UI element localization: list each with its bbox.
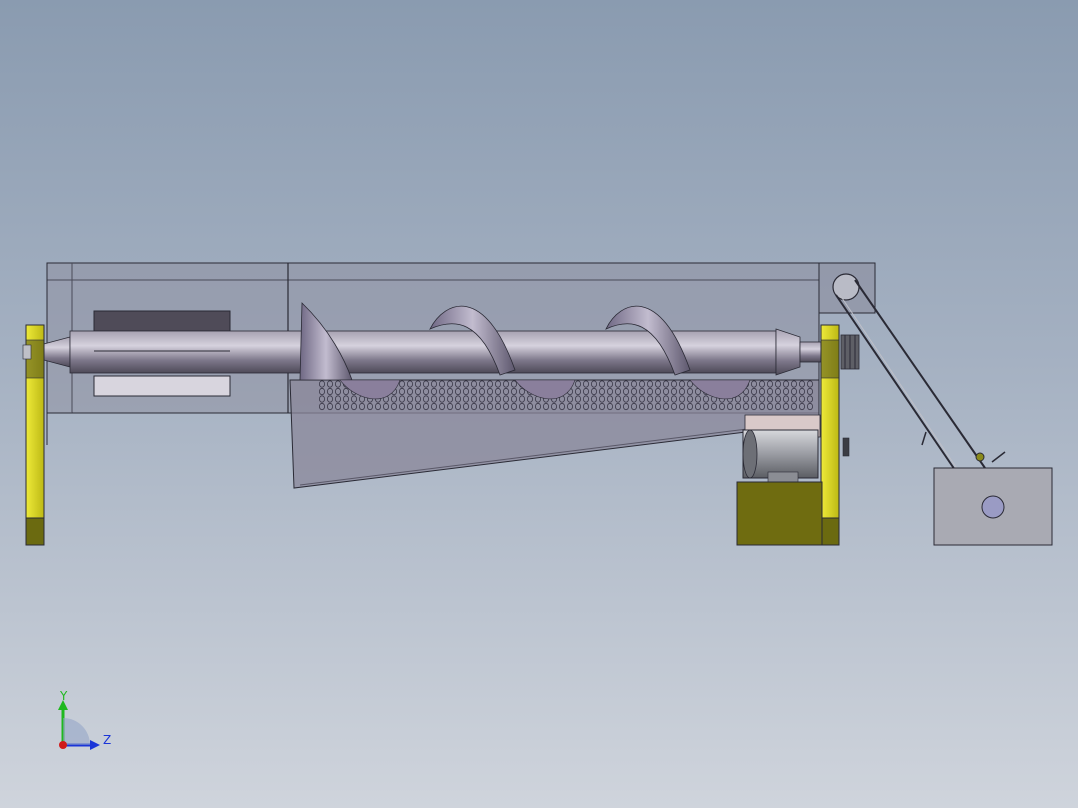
triad-plane: [63, 718, 90, 745]
x-axis-dot: [59, 741, 67, 749]
right-support-leg: [820, 324, 840, 546]
screw-conveyor-model[interactable]: [0, 0, 1078, 808]
orientation-triad[interactable]: Y Z: [50, 688, 120, 758]
gearbox: [933, 467, 1053, 546]
screw-shaft: [39, 328, 827, 376]
y-axis-label: Y: [59, 689, 68, 703]
cad-viewport[interactable]: Y Z: [0, 0, 1078, 808]
z-axis-label: Z: [103, 733, 111, 747]
z-axis-arrowhead: [90, 740, 100, 750]
left-support-leg: [22, 324, 45, 546]
drive-pulley: [840, 334, 860, 457]
motor-assembly: [736, 414, 823, 546]
